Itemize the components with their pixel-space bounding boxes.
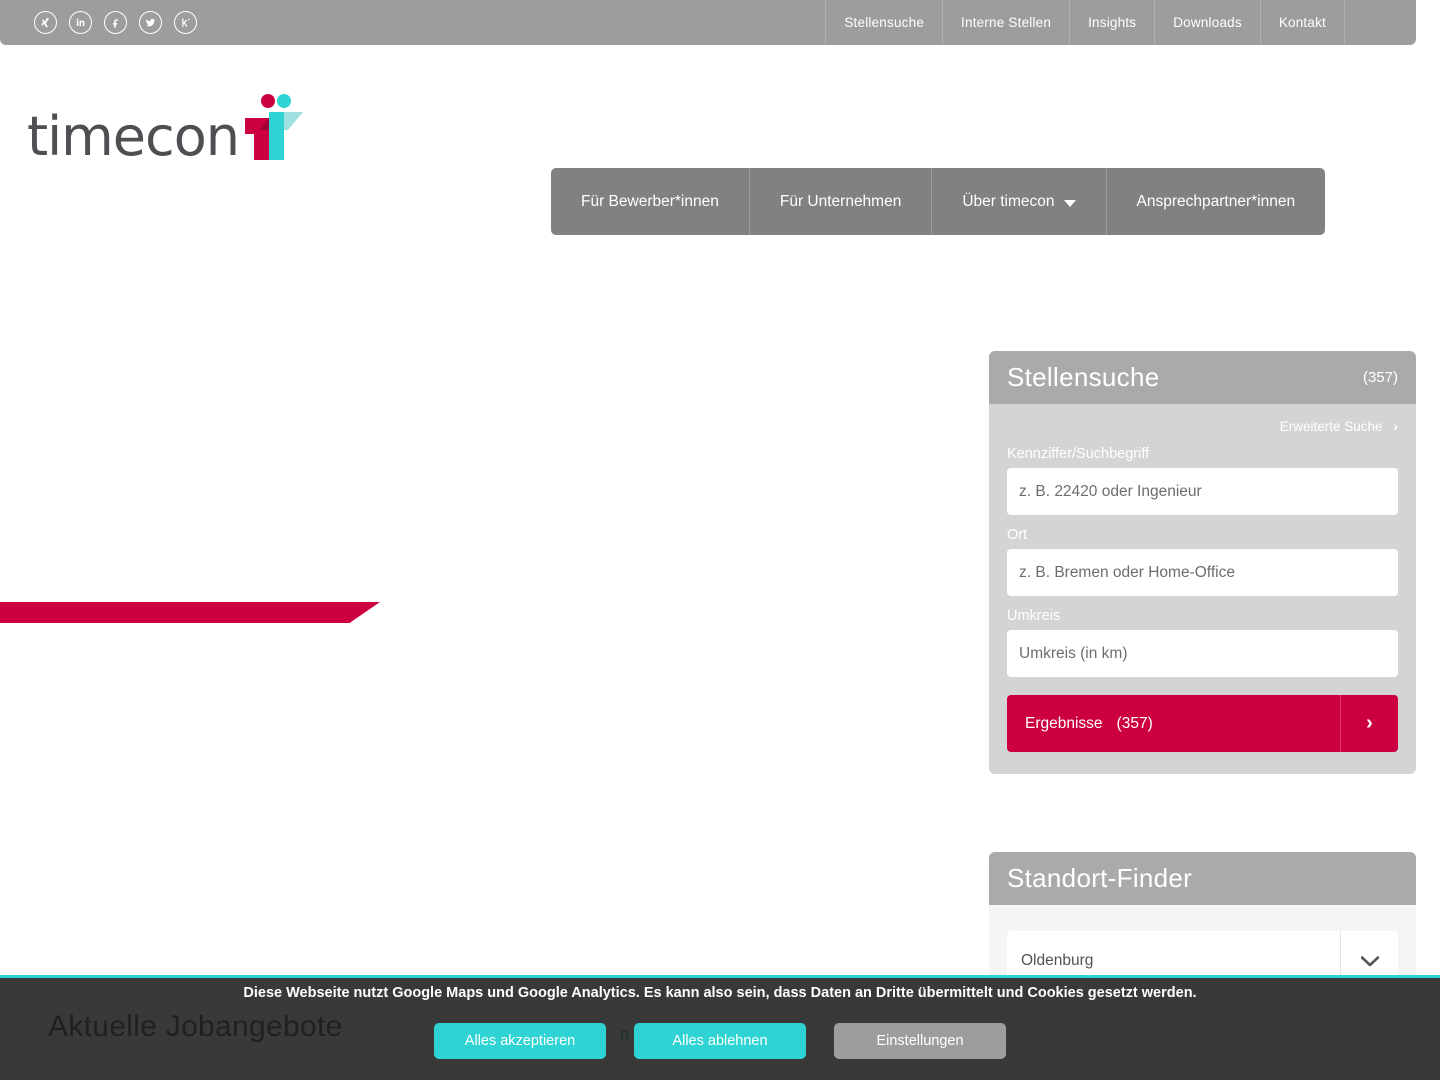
main-nav-label: Für Unternehmen [779,192,902,210]
main-nav-item-fuer-unternehmen[interactable]: Für Unternehmen [750,168,933,235]
kununu-icon[interactable] [174,11,197,34]
results-submit-button[interactable]: Ergebnisse (357) › [1007,695,1398,752]
advanced-search-link[interactable]: Erweiterte Suche › [1007,418,1398,434]
logo-wordmark: timecon [27,105,240,168]
twitter-icon[interactable] [139,11,162,34]
top-nav-item-kontakt[interactable]: Kontakt [1259,0,1344,45]
radius-field-label: Umkreis [1007,608,1061,624]
results-submit-count: (357) [1116,714,1153,732]
main-nav-item-ansprechpartner[interactable]: Ansprechpartner*innen [1107,168,1326,235]
job-search-body: Erweiterte Suche › Kennziffer/Suchbegrif… [989,404,1416,774]
location-field-label: Ort [1007,527,1028,543]
job-search-header: Stellensuche (357) [989,351,1416,404]
linkedin-icon[interactable] [69,11,92,34]
job-search-count: (357) [1362,369,1398,386]
location-finder-title: Standort-Finder [1007,863,1193,893]
keyword-input[interactable] [1007,468,1398,515]
top-nav-item-downloads[interactable]: Downloads [1154,0,1260,45]
keyword-field-label: Kennziffer/Suchbegriff [1007,446,1150,462]
main-nav-label: Über timecon [962,192,1055,210]
accept-all-button[interactable]: Alles akzeptieren [434,1023,606,1059]
job-search-title: Stellensuche [1007,362,1160,392]
facebook-icon[interactable] [104,11,127,34]
results-submit-label-wrap: Ergebnisse (357) [1007,715,1340,733]
cookie-banner-actions: Alles akzeptieren Alles ablehnen Einstel… [0,1023,1440,1059]
chevron-right-icon: › [1340,695,1398,752]
advanced-search-label: Erweiterte Suche [1279,419,1383,434]
top-nav-item-insights[interactable]: Insights [1069,0,1154,45]
site-logo[interactable]: timecon [27,92,327,164]
main-nav: Für Bewerber*innen Für Unternehmen Über … [551,168,1326,235]
radius-input[interactable] [1007,630,1398,677]
top-nav: Stellensuche Interne Stellen Insights Do… [825,0,1392,45]
social-links [34,0,197,45]
location-finder-header: Standort-Finder [989,852,1416,905]
location-select-value: Oldenburg [1021,952,1094,969]
chevron-down-icon [1063,200,1076,207]
top-nav-item-interne-stellen[interactable]: Interne Stellen [942,0,1069,45]
results-submit-label: Ergebnisse [1025,714,1103,732]
job-search-card: Stellensuche (357) Erweiterte Suche › Ke… [989,351,1416,774]
top-nav-spacer [1344,0,1392,45]
cookie-settings-button[interactable]: Einstellungen [834,1023,1006,1059]
cookie-banner-text: Diese Webseite nutzt Google Maps und Goo… [243,985,1197,1001]
top-utility-bar: Stellensuche Interne Stellen Insights Do… [0,0,1416,45]
xing-icon[interactable] [34,11,57,34]
page-root: Stellensuche Interne Stellen Insights Do… [0,0,1440,1080]
main-nav-item-fuer-bewerber[interactable]: Für Bewerber*innen [551,168,750,235]
chevron-right-icon: › [1393,418,1398,434]
decline-all-button[interactable]: Alles ablehnen [634,1023,806,1059]
location-input[interactable] [1007,549,1398,596]
main-nav-label: Für Bewerber*innen [581,192,719,210]
main-nav-label: Ansprechpartner*innen [1136,192,1296,210]
logo-figure-icon [244,94,303,160]
main-nav-item-ueber-timecon[interactable]: Über timecon [932,168,1107,235]
top-nav-item-stellensuche[interactable]: Stellensuche [825,0,942,45]
decorative-stripe [0,602,380,623]
